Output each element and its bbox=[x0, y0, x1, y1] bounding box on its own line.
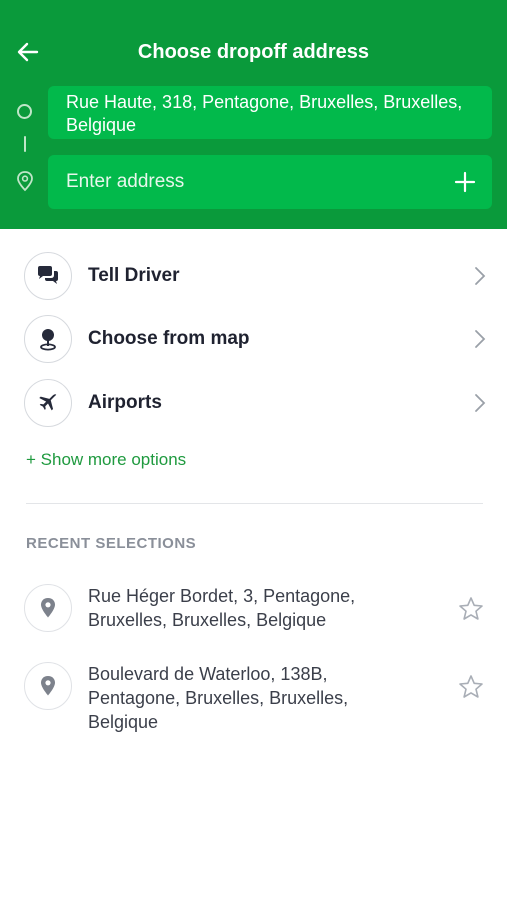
star-icon[interactable] bbox=[458, 596, 484, 622]
destination-input[interactable] bbox=[48, 155, 438, 209]
route-indicator bbox=[14, 100, 36, 200]
recent-item[interactable]: Boulevard de Waterloo, 138B, Pentagone, … bbox=[24, 662, 490, 734]
star-icon[interactable] bbox=[458, 674, 484, 700]
origin-dot-icon bbox=[17, 104, 32, 119]
route-line bbox=[24, 136, 26, 152]
option-label: Airports bbox=[88, 392, 162, 413]
destination-field bbox=[48, 155, 492, 209]
option-airports[interactable]: Airports bbox=[24, 378, 490, 428]
airplane-icon bbox=[24, 379, 72, 427]
chevron-right-icon bbox=[470, 266, 490, 286]
option-label: Choose from map bbox=[88, 328, 250, 349]
plus-icon bbox=[454, 171, 476, 193]
map-pin-icon bbox=[24, 315, 72, 363]
header: Choose dropoff address Rue Haute, 318, P… bbox=[0, 0, 507, 229]
show-more-options-link[interactable]: + Show more options bbox=[26, 450, 186, 470]
add-stop-button[interactable] bbox=[438, 155, 492, 209]
recent-address: Boulevard de Waterloo, 138B, Pentagone, … bbox=[88, 664, 349, 732]
location-pin-icon bbox=[24, 584, 72, 632]
divider bbox=[26, 503, 483, 504]
chevron-right-icon bbox=[470, 329, 490, 349]
origin-address-field[interactable]: Rue Haute, 318, Pentagone, Bruxelles, Br… bbox=[48, 86, 492, 139]
option-choose-from-map[interactable]: Choose from map bbox=[24, 314, 490, 364]
recent-selections-heading: RECENT SELECTIONS bbox=[26, 535, 197, 552]
location-pin-icon bbox=[24, 662, 72, 710]
chevron-right-icon bbox=[470, 393, 490, 413]
chat-bubbles-icon bbox=[24, 252, 72, 300]
destination-pin-icon bbox=[17, 171, 33, 192]
page-title: Choose dropoff address bbox=[137, 41, 370, 63]
recent-address: Rue Héger Bordet, 3, Pentagone, Bruxelle… bbox=[88, 586, 356, 630]
option-label: Tell Driver bbox=[88, 265, 180, 286]
option-tell-driver[interactable]: Tell Driver bbox=[24, 251, 490, 301]
recent-item[interactable]: Rue Héger Bordet, 3, Pentagone, Bruxelle… bbox=[24, 584, 490, 632]
